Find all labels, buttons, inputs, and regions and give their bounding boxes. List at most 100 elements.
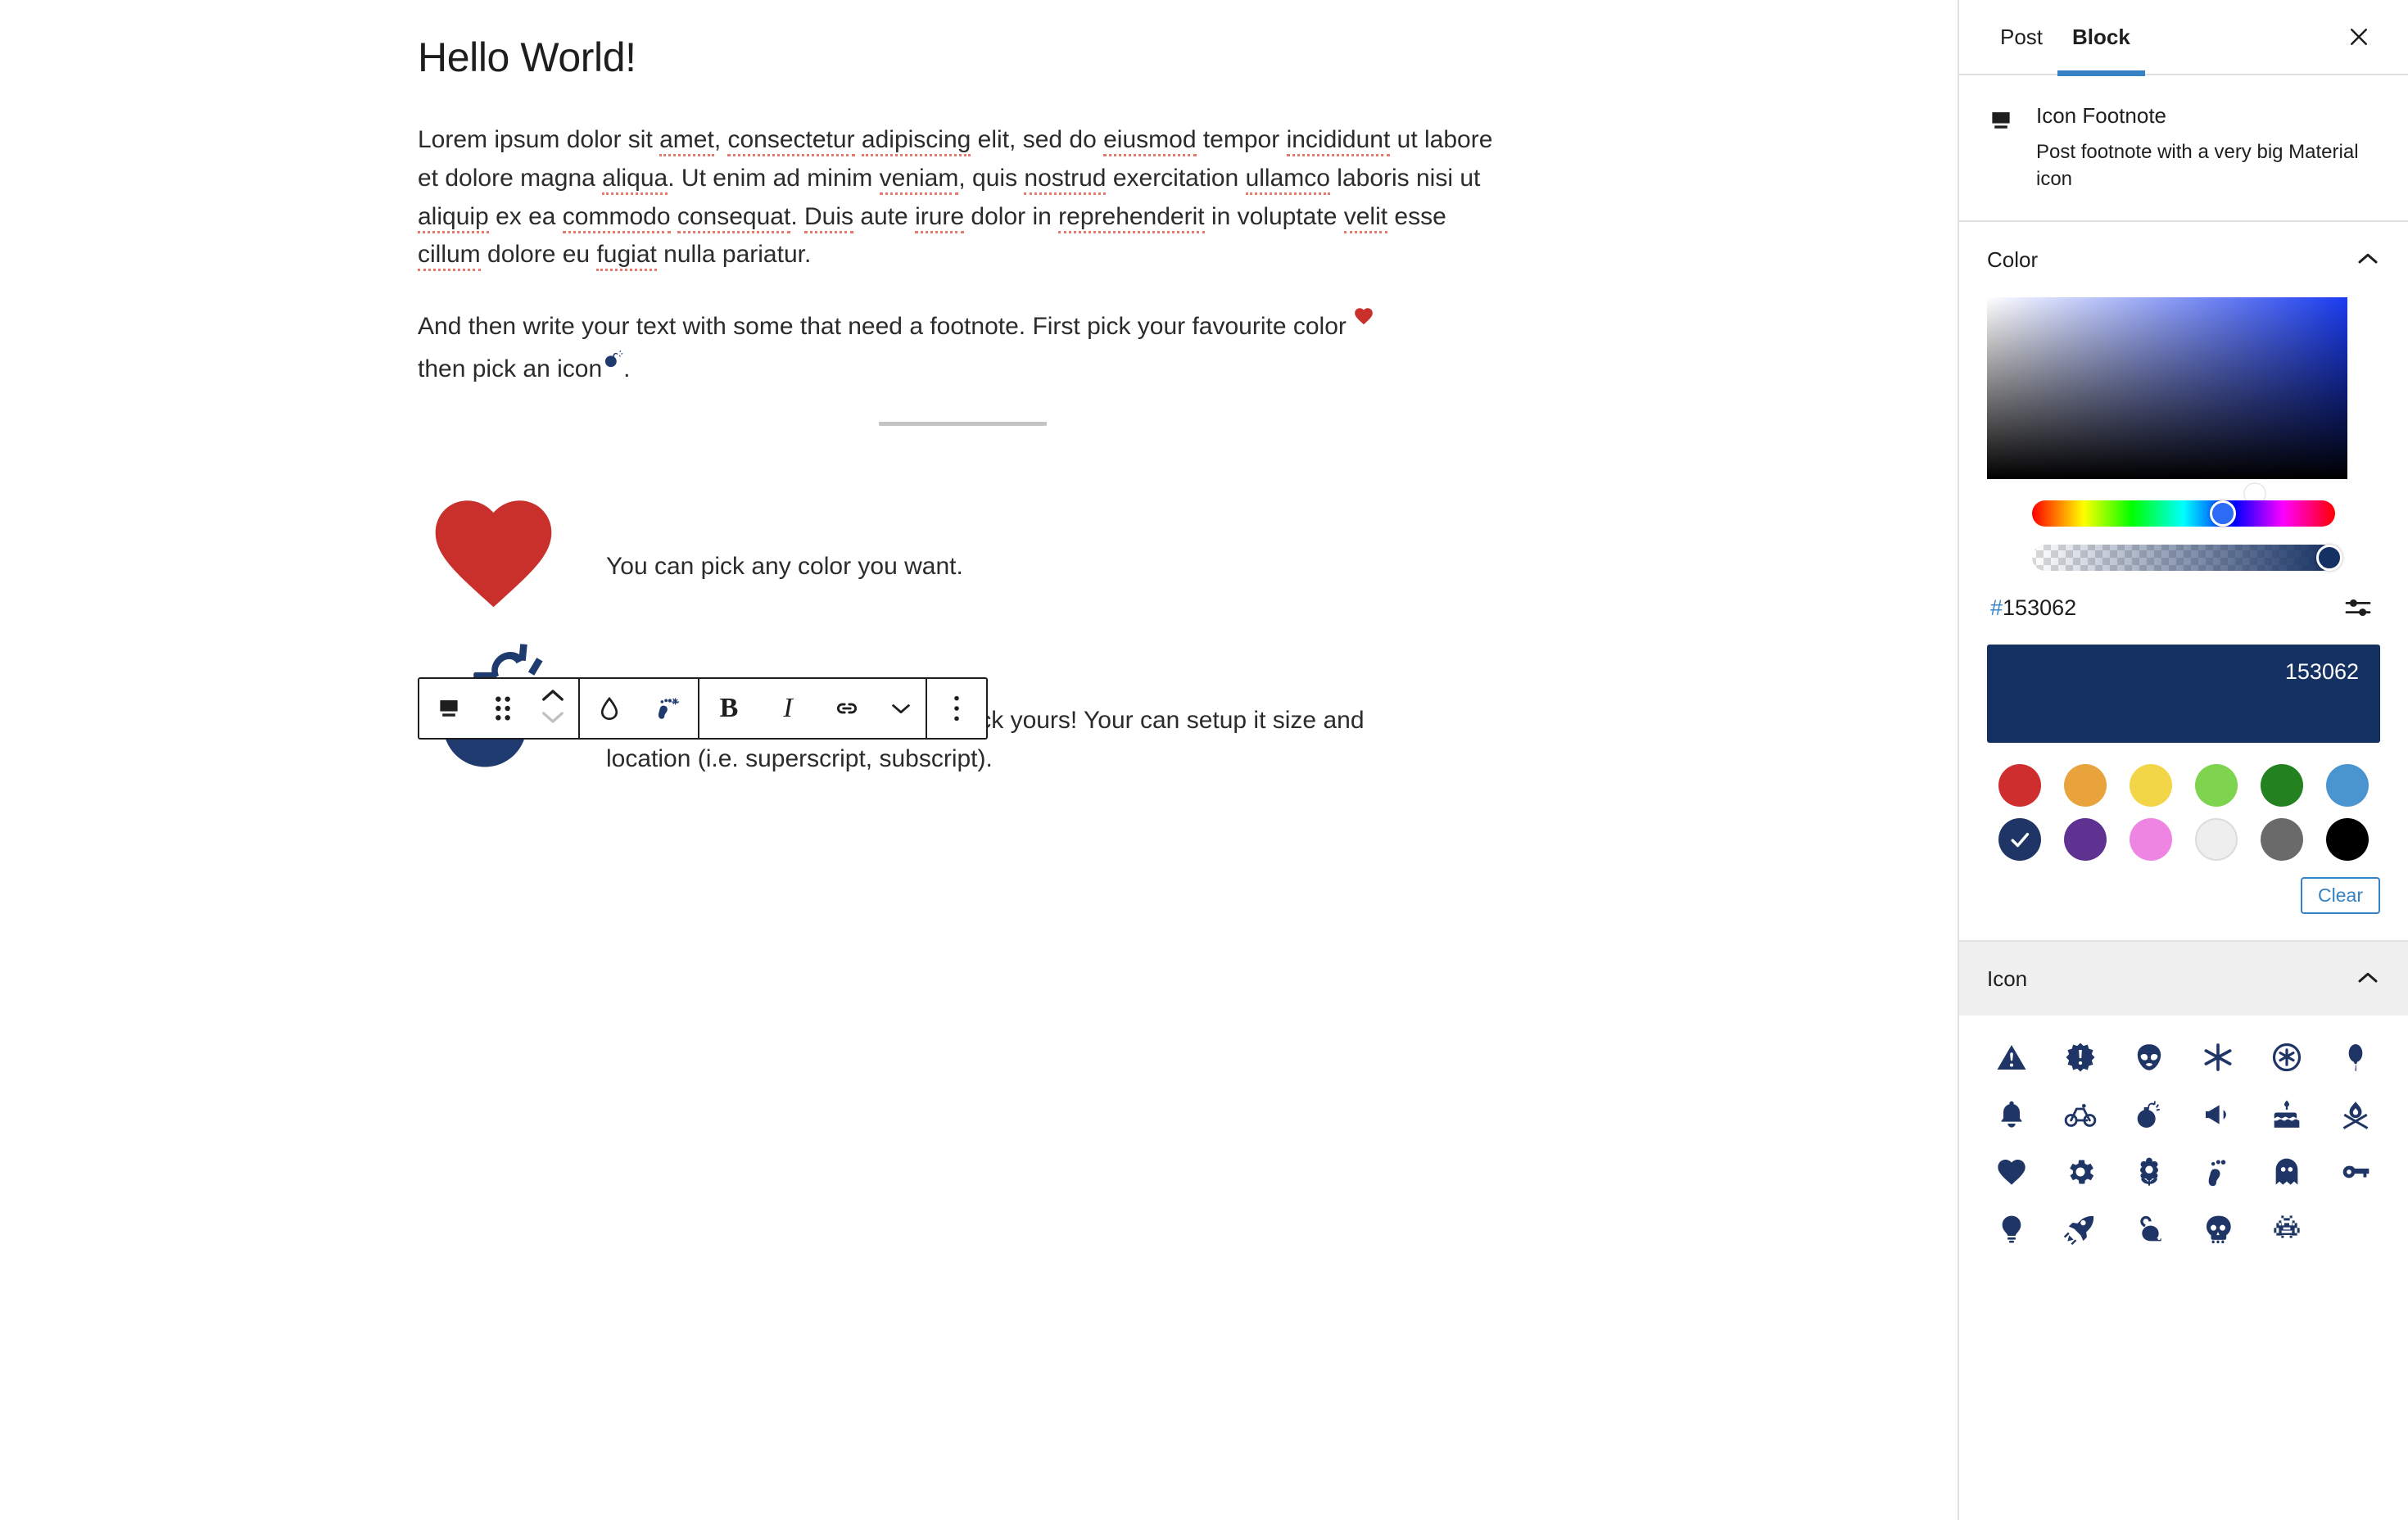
sliders-icon[interactable] xyxy=(2339,589,2377,627)
footnote-block-heart[interactable]: You can pick any color you want. xyxy=(418,483,1556,622)
hex-digits: 153062 xyxy=(2003,595,2077,620)
hue-slider-handle[interactable] xyxy=(2210,500,2237,527)
icon-option-bicycle[interactable] xyxy=(2046,1086,2115,1143)
icon-option-megaphone[interactable] xyxy=(2184,1086,2252,1143)
toolbar-group-block xyxy=(419,679,580,738)
swatch-gray[interactable] xyxy=(2261,818,2303,862)
icon-option-key[interactable] xyxy=(2321,1143,2390,1201)
block-type-button[interactable] xyxy=(419,679,478,738)
toolbar-group-footnote xyxy=(580,679,699,738)
tab-post[interactable]: Post xyxy=(1985,0,2057,75)
block-toolbar: B I xyxy=(418,677,988,740)
page-title[interactable]: Hello World! xyxy=(418,33,1556,82)
alpha-slider[interactable] xyxy=(2032,545,2342,572)
hex-hash: # xyxy=(1990,595,2003,620)
swatch-light-blue[interactable] xyxy=(2326,764,2369,808)
hex-input-row: #153062 xyxy=(1987,589,2380,627)
swatch-light-green[interactable] xyxy=(2195,764,2238,808)
heart-icon[interactable] xyxy=(1353,305,1374,327)
block-card-description: Post footnote with a very big Material i… xyxy=(2036,141,2359,191)
icon-option-footprint[interactable] xyxy=(2184,1143,2252,1201)
icon-option-campfire[interactable] xyxy=(2321,1086,2390,1143)
color-panel-header[interactable]: Color xyxy=(1959,222,2408,298)
swatch-dark-green[interactable] xyxy=(2261,764,2303,808)
chevron-up-icon[interactable] xyxy=(2356,250,2380,270)
clear-color-button[interactable]: Clear xyxy=(2301,877,2380,915)
move-down-button[interactable] xyxy=(541,708,565,731)
editor-canvas: Hello World! Lorem ipsum dolor sit amet,… xyxy=(0,0,1958,1520)
swatch-purple[interactable] xyxy=(2064,818,2107,862)
hue-slider[interactable] xyxy=(2032,500,2335,527)
check-icon xyxy=(2011,833,2030,848)
color-panel-body: #153062 153062 Clear xyxy=(1959,297,2408,940)
swatch-red[interactable] xyxy=(1998,764,2041,808)
block-card: Icon Footnote Post footnote with a very … xyxy=(1959,75,2408,223)
paragraph-2-text-1: And then write your text with some that … xyxy=(418,313,1347,341)
icon-option-empty xyxy=(2321,1201,2390,1258)
color-panel-title: Color xyxy=(1987,247,2039,272)
icon-option-heart[interactable] xyxy=(1977,1143,2046,1201)
icon-option-warning-triangle[interactable] xyxy=(1977,1029,2046,1086)
droplet-icon[interactable] xyxy=(580,679,639,738)
move-up-button[interactable] xyxy=(541,686,565,708)
swatch-navy[interactable] xyxy=(1998,818,2041,862)
alpha-slider-handle[interactable] xyxy=(2315,545,2342,572)
icon-option-space-invader[interactable] xyxy=(2252,1201,2321,1258)
sidebar-tabs: Post Block xyxy=(1959,0,2408,76)
icon-option-ghost[interactable] xyxy=(2252,1143,2321,1201)
separator-rule xyxy=(878,421,1047,426)
icon-option-bomb[interactable] xyxy=(2115,1086,2184,1143)
icon-option-burst-exclamation[interactable] xyxy=(2046,1029,2115,1086)
icon-option-lightbulb[interactable] xyxy=(1977,1201,2046,1258)
icon-option-skull[interactable] xyxy=(2184,1201,2252,1258)
paragraph-block-1[interactable]: Lorem ipsum dolor sit amet, consectetur … xyxy=(418,121,1507,274)
heart-icon xyxy=(418,483,606,622)
icon-option-gear[interactable] xyxy=(2046,1143,2115,1201)
color-swatches xyxy=(1987,764,2380,862)
more-formats-button[interactable] xyxy=(876,679,926,738)
paragraph-2-period: . xyxy=(623,355,631,382)
swatch-yellow[interactable] xyxy=(2130,764,2172,808)
icon-option-balloon[interactable] xyxy=(2321,1029,2390,1086)
icon-panel-title: Icon xyxy=(1987,966,2028,991)
settings-sidebar: Post Block Icon Footnote Post footnote w… xyxy=(1958,0,2408,1520)
hex-value[interactable]: #153062 xyxy=(1990,595,2076,621)
swatch-black[interactable] xyxy=(2326,818,2369,862)
swatch-white[interactable] xyxy=(2195,818,2238,862)
tab-block[interactable]: Block xyxy=(2057,0,2145,76)
chevron-up-icon[interactable] xyxy=(2356,969,2380,989)
footnote-text: You can pick any color you want. xyxy=(606,552,963,580)
italic-label: I xyxy=(783,693,793,723)
move-block-controls xyxy=(527,679,578,738)
clear-row: Clear xyxy=(1987,877,2380,919)
editor-app: Hello World! Lorem ipsum dolor sit amet,… xyxy=(0,0,2408,1520)
alpha-slider-fill xyxy=(2032,545,2335,572)
paragraph-block-2[interactable]: And then write your text with some that … xyxy=(418,304,1507,389)
icon-option-alien[interactable] xyxy=(2115,1029,2184,1086)
icon-option-flower[interactable] xyxy=(2115,1143,2184,1201)
bold-button[interactable]: B xyxy=(699,679,758,738)
link-icon[interactable] xyxy=(817,679,876,738)
icon-option-mouse[interactable] xyxy=(2115,1201,2184,1258)
icon-option-birthday-cake[interactable] xyxy=(2252,1086,2321,1143)
block-card-title: Icon Footnote xyxy=(2036,103,2166,128)
color-preview-label: 153062 xyxy=(2284,659,2359,685)
icon-option-bell[interactable] xyxy=(1977,1086,2046,1143)
block-options-button[interactable] xyxy=(927,679,986,738)
icon-option-rocket[interactable] xyxy=(2046,1201,2115,1258)
swatch-pink[interactable] xyxy=(2130,818,2172,862)
italic-button[interactable]: I xyxy=(758,679,817,738)
icon-option-asterisk-circle[interactable] xyxy=(2252,1029,2321,1086)
toolbar-group-format: B I xyxy=(699,679,927,738)
footnote-block-icon xyxy=(1987,103,2015,192)
swatch-orange[interactable] xyxy=(2064,764,2107,808)
icon-panel-header[interactable]: Icon xyxy=(1959,940,2408,1016)
drag-handle-icon[interactable] xyxy=(478,679,527,738)
close-icon[interactable] xyxy=(2336,14,2382,60)
toolbar-group-options xyxy=(927,679,986,738)
bomb-icon[interactable] xyxy=(602,348,623,369)
separator-block[interactable] xyxy=(418,421,1958,426)
icon-option-asterisk[interactable] xyxy=(2184,1029,2252,1086)
footprint-sparkle-icon[interactable] xyxy=(639,679,698,738)
saturation-picker[interactable] xyxy=(1987,297,2347,504)
